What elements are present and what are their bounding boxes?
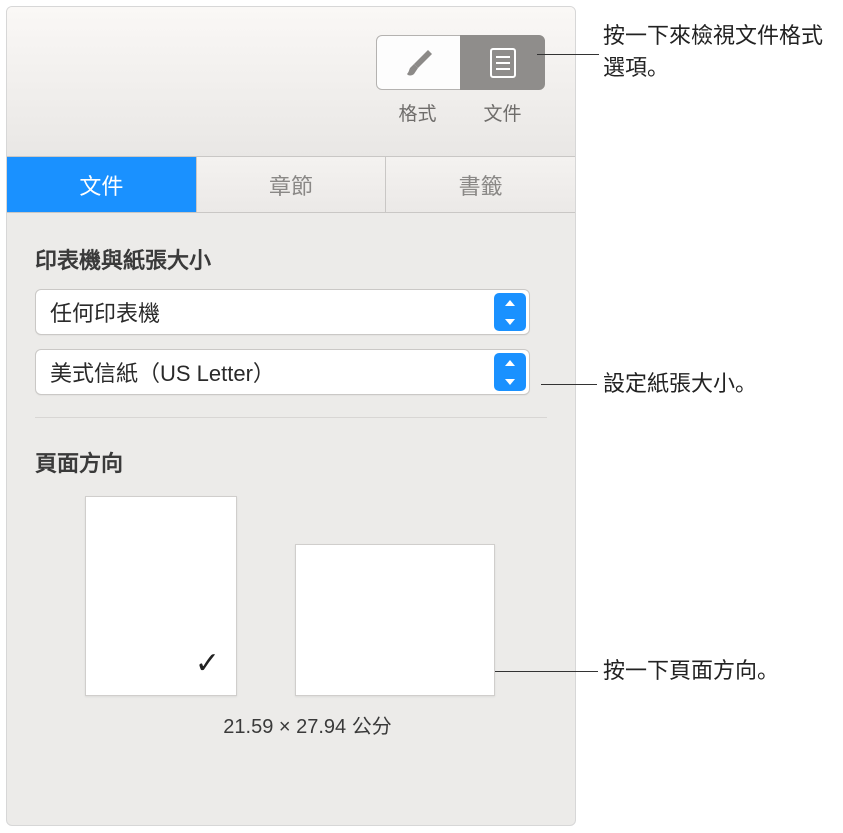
callout-orientation: 按一下頁面方向。: [603, 655, 779, 687]
toolbar: 格式 文件: [7, 7, 575, 157]
printer-select[interactable]: 任何印表機: [35, 289, 530, 335]
tab-document[interactable]: 文件: [7, 157, 197, 212]
callout-paper-size: 設定紙張大小。: [603, 368, 757, 400]
printer-section-title: 印表機與紙張大小: [35, 243, 547, 275]
format-label: 格式: [375, 99, 460, 126]
orientation-section-title: 頁面方向: [35, 446, 547, 478]
content-area: 印表機與紙張大小 任何印表機 美式信紙（US Letter） 頁面方向 ✓ 21…: [7, 213, 575, 769]
document-inspector-button[interactable]: [460, 35, 545, 90]
document-label: 文件: [460, 99, 545, 126]
printer-select-value: 任何印表機: [50, 296, 160, 328]
format-inspector-button[interactable]: [376, 35, 461, 90]
section-divider: [35, 417, 547, 418]
orientation-portrait-button[interactable]: ✓: [85, 496, 237, 696]
checkmark-icon: ✓: [195, 646, 220, 681]
page-dimensions: 21.59 × 27.94 公分: [35, 710, 530, 739]
document-icon: [488, 46, 518, 80]
paintbrush-icon: [402, 46, 436, 80]
orientation-landscape-button[interactable]: [295, 544, 495, 696]
tab-sections[interactable]: 章節: [197, 157, 387, 212]
paper-size-value: 美式信紙（US Letter）: [50, 356, 275, 388]
inspector-panel: 格式 文件 文件 章節 書籤 印表機與紙張大小 任何印表機 美式信紙（US Le…: [6, 6, 576, 826]
select-stepper-icon: [494, 353, 526, 391]
select-stepper-icon: [494, 293, 526, 331]
callout-document-button: 按一下來檢視文件格式選項。: [603, 20, 833, 84]
paper-size-select[interactable]: 美式信紙（US Letter）: [35, 349, 530, 395]
inspector-tabs: 文件 章節 書籤: [7, 157, 575, 213]
tab-bookmarks[interactable]: 書籤: [386, 157, 575, 212]
